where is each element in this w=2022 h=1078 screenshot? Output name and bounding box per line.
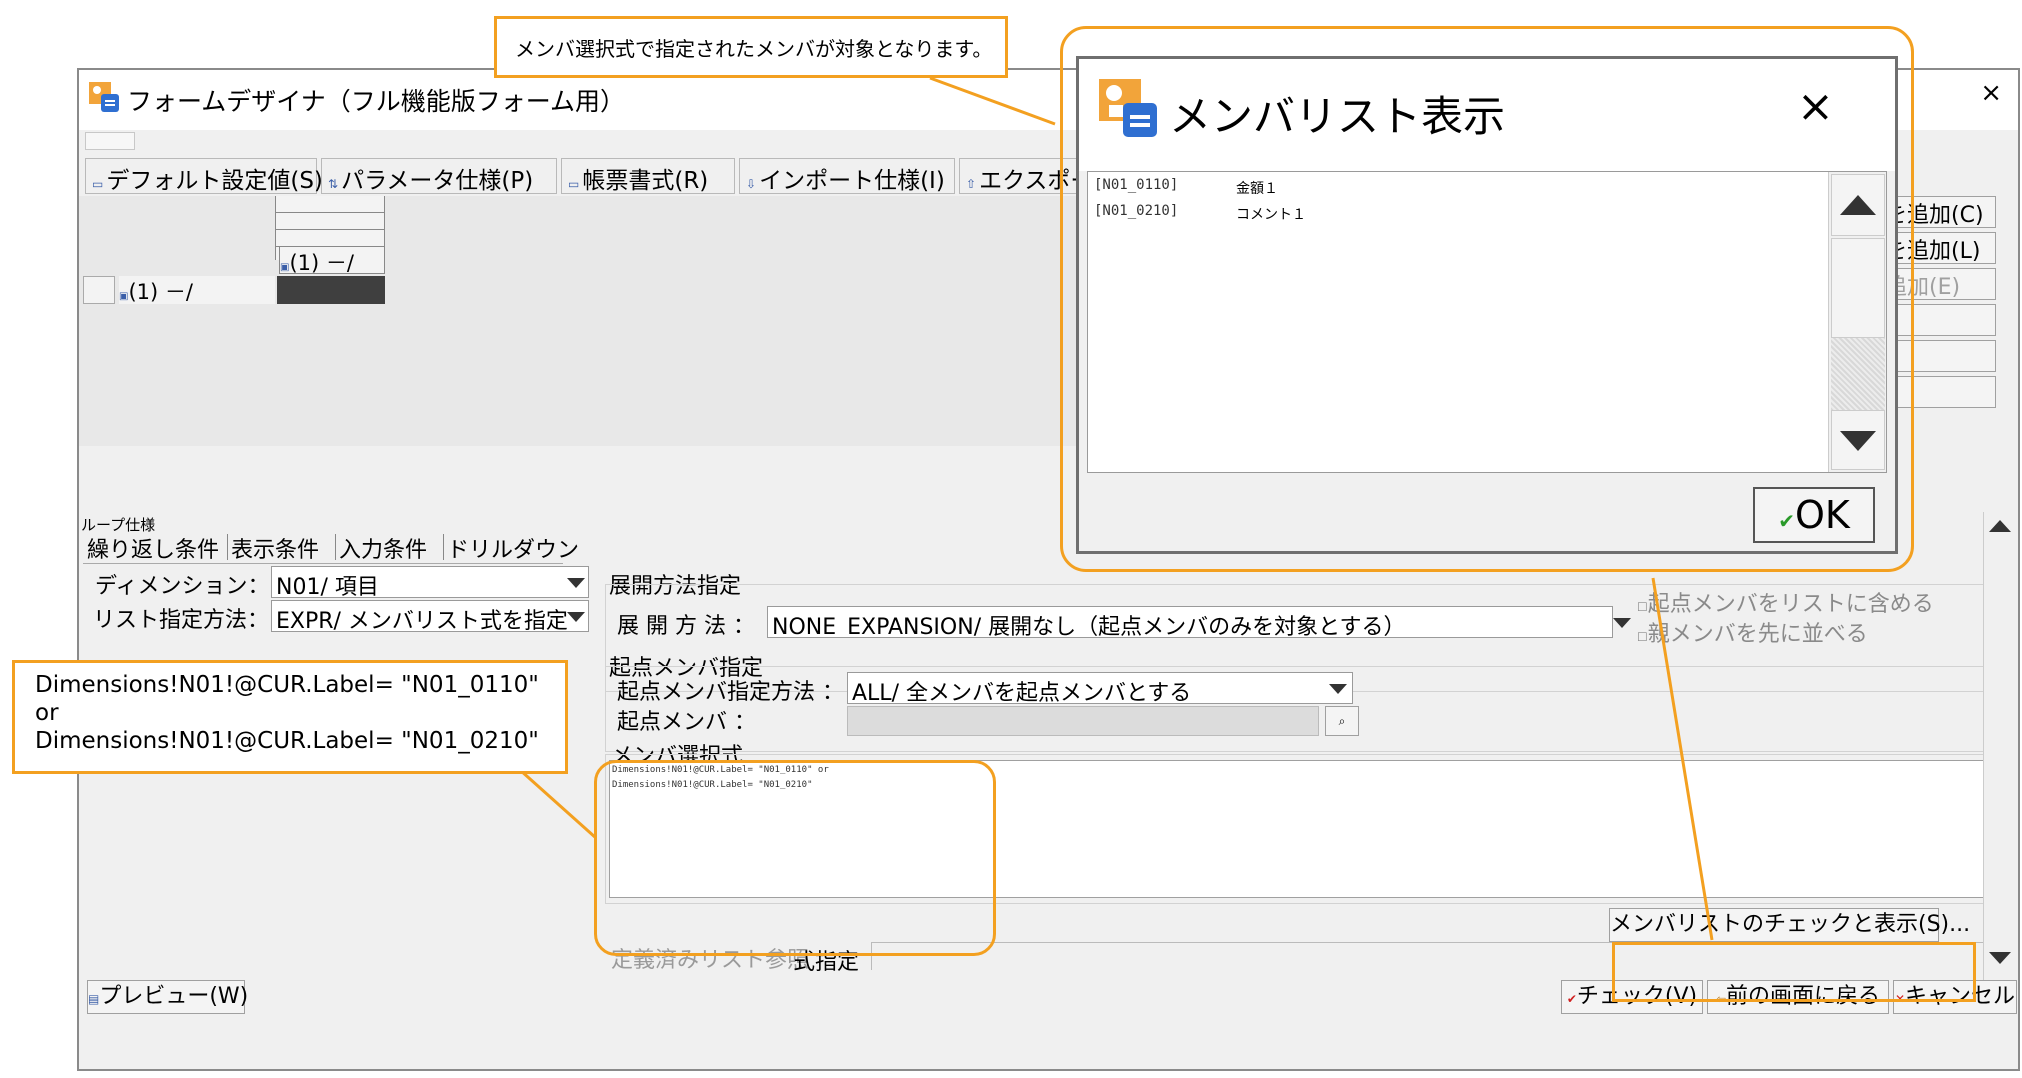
expression-highlight [594, 760, 996, 956]
checkmark-icon: ✔ [1778, 509, 1795, 533]
ok-button[interactable]: ✔OK [1753, 487, 1875, 543]
check-button-highlight [1612, 942, 1976, 1002]
scroll-thumb[interactable] [1831, 238, 1885, 338]
scroll-track[interactable] [1831, 338, 1885, 410]
list-item[interactable]: [N01_0110] 金額１ [1094, 178, 1794, 200]
top-callout: メンバ選択式で指定されたメンバが対象となります。 [494, 16, 1008, 78]
callout-line-2: or [35, 700, 59, 726]
member-list-dialog: メンバリスト表示 × [N01_0110] 金額１ [N01_0210] コメン… [1076, 56, 1898, 554]
dialog-scrollbar[interactable] [1828, 172, 1886, 472]
list-item[interactable]: [N01_0210] コメント１ [1094, 204, 1794, 226]
app-icon [1099, 79, 1157, 137]
dialog-titlebar: メンバリスト表示 × [1079, 59, 1895, 171]
arrow-down-icon [1840, 431, 1876, 451]
member-list[interactable]: [N01_0110] 金額１ [N01_0210] コメント１ [1087, 171, 1887, 473]
callout-line-1: Dimensions!N01!@CUR.Label= "N01_0110" [35, 672, 539, 698]
callout-line-3: Dimensions!N01!@CUR.Label= "N01_0210" [35, 728, 539, 754]
close-icon[interactable]: × [1797, 81, 1834, 132]
dialog-title: メンバリスト表示 [1169, 92, 1506, 141]
scroll-up-button[interactable] [1831, 174, 1885, 236]
left-callout: Dimensions!N01!@CUR.Label= "N01_0110" or… [12, 660, 568, 774]
scroll-down-button[interactable] [1831, 410, 1885, 470]
arrow-up-icon [1840, 195, 1876, 215]
